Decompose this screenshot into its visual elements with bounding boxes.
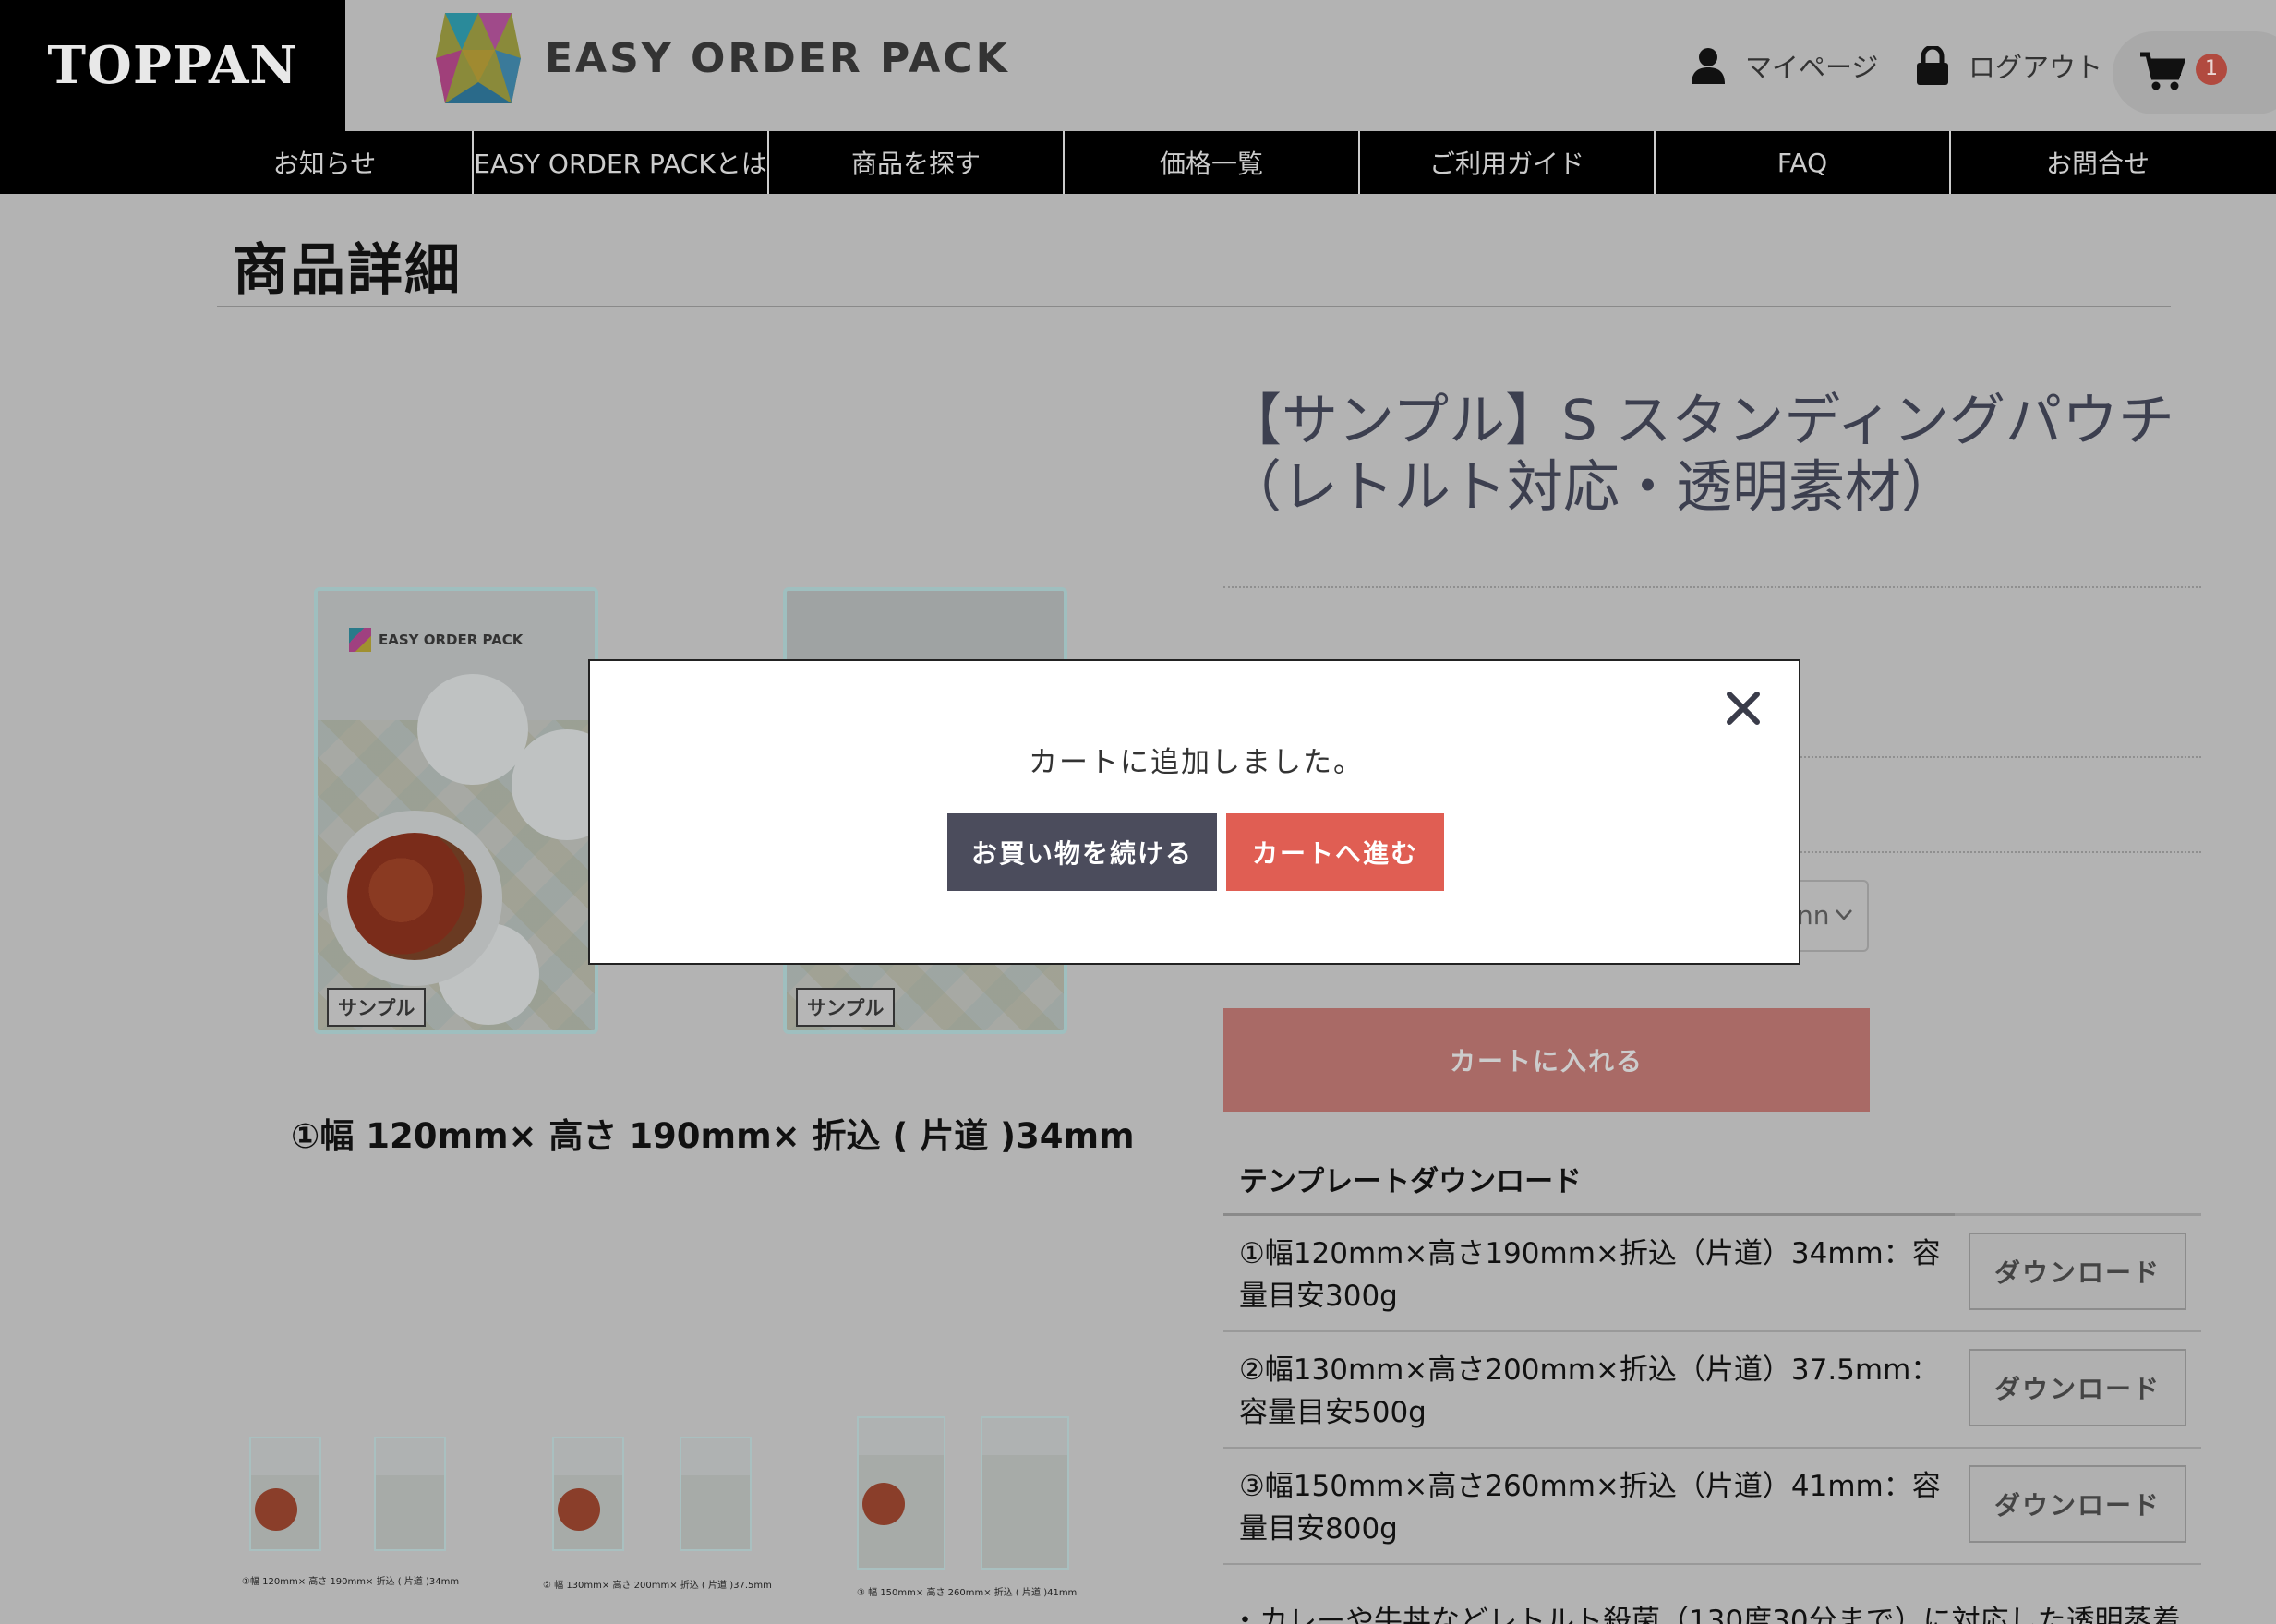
download-button[interactable]: ダウンロード [1969, 1233, 2186, 1310]
continue-shopping-button[interactable]: お買い物を続ける [947, 813, 1217, 891]
lock-icon [1917, 46, 1948, 85]
thumbnail-3-caption: ③ 幅 150mm× 高さ 260mm× 折込 ( 片道 )41mm [857, 1588, 1078, 1598]
thumbnail-2-caption: ② 幅 130mm× 高さ 200mm× 折込 ( 片道 )37.5mm [543, 1581, 772, 1591]
add-to-cart-button[interactable]: カートに入れる [1223, 1008, 1870, 1112]
thumbnail-2-front[interactable] [552, 1437, 624, 1551]
pouch-brand-text: EASY ORDER PACK [379, 632, 524, 648]
user-icon [1692, 48, 1725, 84]
title-divider [217, 306, 2171, 307]
template-row: ①幅120mm×高さ190mm×折込（片道）34mm：容量目安300g ダウンロ… [1223, 1216, 2201, 1332]
template-download-heading: テンプレートダウンロード [1239, 1165, 1583, 1198]
divider [1223, 586, 2201, 588]
template-row-label: ①幅120mm×高さ190mm×折込（片道）34mm：容量目安300g [1239, 1237, 1941, 1313]
thumbnail-1-back[interactable] [374, 1437, 446, 1551]
template-row: ②幅130mm×高さ200mm×折込（片道）37.5mm：容量目安500g ダウ… [1223, 1332, 2201, 1449]
logout-link[interactable]: ログアウト [1917, 46, 2102, 85]
thumbnail-1-caption: ①幅 120mm× 高さ 190mm× 折込 ( 片道 )34mm [242, 1577, 460, 1587]
mypage-label: マイページ [1745, 52, 1879, 83]
page-title: 商品詳細 [233, 238, 462, 303]
mypage-link[interactable]: マイページ [1692, 46, 1878, 85]
main-image-caption: ①幅 120mm× 高さ 190mm× 折込 ( 片道 )34mm [291, 1116, 1135, 1156]
nav-faq[interactable]: FAQ [1654, 131, 1949, 194]
size-select-value: nn [1797, 900, 1830, 931]
pasta-image [347, 833, 482, 960]
nav-contact[interactable]: お問合せ [1949, 131, 2245, 194]
template-row-label: ③幅150mm×高さ260mm×折込（片道）41mm：容量目安800g [1239, 1470, 1941, 1546]
go-to-cart-button[interactable]: カートへ進む [1226, 813, 1444, 891]
main-nav: お知らせ EASY ORDER PACKとは 商品を探す 価格一覧 ご利用ガイド… [0, 131, 2276, 194]
added-to-cart-modal: カートに追加しました。 お買い物を続ける カートへ進む [588, 659, 1800, 965]
modal-message: カートに追加しました。 [1029, 746, 1364, 779]
close-icon[interactable] [1724, 689, 1763, 728]
nav-guide[interactable]: ご利用ガイド [1358, 131, 1654, 194]
pouch-image-front[interactable]: EASY ORDER PACK サンプル [314, 587, 598, 1034]
thumbnail-3-back[interactable] [981, 1416, 1069, 1570]
download-button[interactable]: ダウンロード [1969, 1465, 2186, 1543]
pouch-brand: EASY ORDER PACK [349, 628, 523, 652]
nav-price-list[interactable]: 価格一覧 [1063, 131, 1358, 194]
toppan-logo[interactable]: TOPPAN [0, 0, 345, 131]
pouch-bubble [417, 674, 528, 785]
template-row-label: ②幅130mm×高さ200mm×折込（片道）37.5mm：容量目安500g [1239, 1353, 1940, 1429]
cart-button[interactable]: 1 [2113, 31, 2276, 114]
logout-label: ログアウト [1969, 52, 2103, 83]
nav-about[interactable]: EASY ORDER PACKとは [472, 131, 767, 194]
toppan-logo-text: TOPPAN [47, 35, 298, 96]
brand-mark-icon [436, 13, 521, 103]
cart-icon [2140, 52, 2185, 90]
nav-search-products[interactable]: 商品を探す [767, 131, 1063, 194]
brand-logo[interactable]: EASY ORDER PACK [436, 13, 1010, 103]
chevron-down-icon [1836, 909, 1852, 920]
thumbnail-3-front[interactable] [857, 1416, 945, 1570]
sample-tag: サンプル [327, 988, 427, 1027]
thumbnail-2-back[interactable] [680, 1437, 752, 1551]
cart-count-badge: 1 [2196, 54, 2227, 85]
product-description: ・カレーや牛丼などレトルト殺菌（130度30分まで）に対応した透明蒸着 [1231, 1605, 2181, 1624]
thumbnail-1-front[interactable] [249, 1437, 321, 1551]
sample-tag: サンプル [796, 988, 896, 1027]
brand-name: EASY ORDER PACK [545, 34, 1010, 82]
download-button[interactable]: ダウンロード [1969, 1349, 2186, 1426]
template-row: ③幅150mm×高さ260mm×折込（片道）41mm：容量目安800g ダウンロ… [1223, 1449, 2201, 1565]
nav-news[interactable]: お知らせ [177, 131, 472, 194]
pouch-brand-mark-icon [349, 628, 371, 652]
product-title: 【サンプル】S スタンディングパウチ（レトルト対応・透明素材） [1225, 388, 2175, 520]
